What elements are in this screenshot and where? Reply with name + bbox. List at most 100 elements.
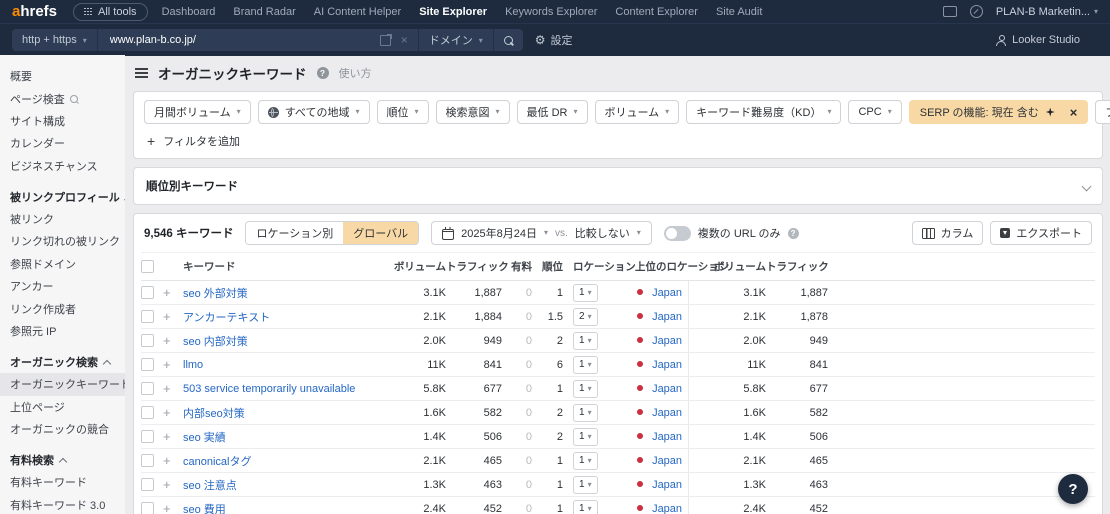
preset-dropdown[interactable]: プリセット ▾ bbox=[1095, 100, 1110, 124]
keyword-link[interactable]: seo 実績 bbox=[183, 432, 226, 444]
top-location-link[interactable]: Japan bbox=[652, 383, 682, 395]
row-checkbox[interactable] bbox=[141, 334, 154, 347]
search-button[interactable] bbox=[493, 29, 523, 51]
nav-item[interactable]: Content Explorer bbox=[615, 6, 698, 18]
filter-chip[interactable]: 月間ボリューム ▾ bbox=[144, 100, 251, 124]
row-checkbox[interactable] bbox=[141, 430, 154, 443]
sidebar-section-header[interactable]: オーガニック検索 bbox=[0, 349, 125, 373]
filter-chip[interactable]: キーワード難易度（KD） ▾ bbox=[686, 100, 841, 124]
clear-url-icon[interactable]: × bbox=[401, 34, 408, 46]
serp-filter-chip[interactable]: SERP の機能: 現在 含む × bbox=[909, 100, 1089, 124]
location-count-dropdown[interactable]: 2 ▾ bbox=[573, 308, 598, 326]
settings-button[interactable]: ⚙ 設定 bbox=[535, 32, 573, 48]
filter-chip[interactable]: 検索意図 ▾ bbox=[436, 100, 510, 124]
keyword-link[interactable]: seo 費用 bbox=[183, 504, 226, 514]
location-count-dropdown[interactable]: 1 ▾ bbox=[573, 500, 598, 514]
top-location-link[interactable]: Japan bbox=[652, 407, 682, 419]
add-to-list-button[interactable]: + bbox=[163, 477, 171, 492]
nav-item[interactable]: Keywords Explorer bbox=[505, 6, 597, 18]
sidebar-item[interactable]: ページ検査 bbox=[0, 87, 125, 109]
select-all-checkbox[interactable] bbox=[141, 260, 154, 273]
row-checkbox[interactable] bbox=[141, 358, 154, 371]
add-to-list-button[interactable]: + bbox=[163, 357, 171, 372]
nav-item[interactable]: Dashboard bbox=[162, 6, 216, 18]
filter-chip[interactable]: CPC ▾ bbox=[848, 100, 901, 124]
sidebar-item[interactable]: カレンダー bbox=[0, 132, 125, 154]
add-to-list-button[interactable]: + bbox=[163, 501, 171, 514]
sidebar-item[interactable]: 参照ドメイン bbox=[0, 253, 125, 275]
keyword-link[interactable]: 503 service temporarily unavailable bbox=[183, 383, 355, 395]
sidebar-item[interactable]: サイト構成 bbox=[0, 110, 125, 132]
add-to-list-button[interactable]: + bbox=[163, 285, 171, 300]
top-location-link[interactable]: Japan bbox=[652, 455, 682, 467]
sidebar-item[interactable]: 有料キーワード bbox=[0, 471, 125, 493]
header-top-location[interactable]: 上位のロケーション bbox=[635, 253, 688, 281]
export-button[interactable]: エクスポート bbox=[990, 221, 1092, 245]
keyword-link[interactable]: seo 内部対策 bbox=[183, 336, 248, 348]
keyword-link[interactable]: seo 外部対策 bbox=[183, 288, 248, 300]
menu-icon[interactable] bbox=[135, 68, 148, 78]
ahrefs-logo[interactable]: ahrefs bbox=[12, 4, 57, 19]
location-count-dropdown[interactable]: 1 ▾ bbox=[573, 404, 598, 422]
add-to-list-button[interactable]: + bbox=[163, 405, 171, 420]
mode-dropdown[interactable]: ドメイン ▾ bbox=[418, 29, 493, 51]
row-checkbox[interactable] bbox=[141, 406, 154, 419]
location-count-dropdown[interactable]: 1 ▾ bbox=[573, 332, 598, 350]
row-checkbox[interactable] bbox=[141, 286, 154, 299]
top-location-link[interactable]: Japan bbox=[652, 311, 682, 323]
keyword-link[interactable]: アンカーテキスト bbox=[183, 312, 270, 324]
date-compare-control[interactable]: 2025年8月24日 ▾ vs. 比較しない ▾ bbox=[431, 221, 652, 245]
header-volume[interactable]: ボリューム bbox=[383, 253, 446, 281]
location-count-dropdown[interactable]: 1 ▾ bbox=[573, 380, 598, 398]
filter-chip[interactable]: すべての地域 ▾ bbox=[258, 100, 370, 124]
row-checkbox[interactable] bbox=[141, 478, 154, 491]
location-count-dropdown[interactable]: 1 ▾ bbox=[573, 476, 598, 494]
looker-studio-button[interactable]: Looker Studio bbox=[996, 34, 1098, 46]
keyword-link[interactable]: seo 注意点 bbox=[183, 480, 237, 492]
top-location-link[interactable]: Japan bbox=[652, 359, 682, 371]
nav-item[interactable]: Site Explorer bbox=[419, 6, 487, 18]
sidebar-item[interactable]: アンカー bbox=[0, 275, 125, 297]
row-checkbox[interactable] bbox=[141, 454, 154, 467]
nav-item[interactable]: Brand Radar bbox=[233, 6, 295, 18]
sparkle-icon[interactable] bbox=[1046, 108, 1055, 117]
multiple-url-toggle[interactable] bbox=[664, 226, 691, 241]
header-location[interactable]: ロケーション bbox=[563, 253, 635, 281]
keyword-link[interactable]: llmo bbox=[183, 359, 203, 371]
segmented-option[interactable]: グローバル bbox=[343, 222, 418, 244]
sidebar-item[interactable]: 有料キーワード 3.0 bbox=[0, 494, 125, 514]
sidebar-item[interactable]: リンク作成者 bbox=[0, 297, 125, 319]
add-to-list-button[interactable]: + bbox=[163, 333, 171, 348]
columns-button[interactable]: カラム bbox=[912, 221, 984, 245]
support-help-button[interactable]: ? bbox=[1058, 474, 1088, 504]
header-keyword[interactable]: キーワード bbox=[183, 253, 383, 281]
keyword-link[interactable]: canonicalタグ bbox=[183, 456, 251, 468]
location-count-dropdown[interactable]: 1 ▾ bbox=[573, 428, 598, 446]
add-filter-button[interactable]: + フィルタを追加 bbox=[144, 133, 1092, 149]
location-count-dropdown[interactable]: 1 ▾ bbox=[573, 452, 598, 470]
sidebar-item[interactable]: 参照元 IP bbox=[0, 320, 125, 342]
row-checkbox[interactable] bbox=[141, 310, 154, 323]
all-tools-button[interactable]: All tools bbox=[73, 3, 148, 21]
sidebar-item[interactable]: オーガニックキーワード bbox=[0, 373, 125, 395]
keyword-link[interactable]: 内部seo対策 bbox=[183, 408, 245, 420]
target-url-input[interactable] bbox=[108, 33, 374, 47]
add-to-list-button[interactable]: + bbox=[163, 429, 171, 444]
sidebar-item[interactable]: オーガニックの競合 bbox=[0, 418, 125, 440]
location-count-dropdown[interactable]: 1 ▾ bbox=[573, 284, 598, 302]
row-checkbox[interactable] bbox=[141, 382, 154, 395]
top-location-link[interactable]: Japan bbox=[652, 431, 682, 443]
filter-chip[interactable]: ボリューム ▾ bbox=[595, 100, 680, 124]
collapse-chevron-icon[interactable] bbox=[1082, 181, 1092, 191]
add-to-list-button[interactable]: + bbox=[163, 309, 171, 324]
top-location-link[interactable]: Japan bbox=[652, 335, 682, 347]
open-external-icon[interactable] bbox=[380, 35, 391, 46]
top-location-link[interactable]: Japan bbox=[652, 503, 682, 514]
location-count-dropdown[interactable]: 1 ▾ bbox=[573, 356, 598, 374]
sidebar-item[interactable]: リンク切れの被リンク bbox=[0, 230, 125, 252]
protocol-dropdown[interactable]: http + https ▾ bbox=[12, 29, 97, 51]
sidebar-section-header[interactable]: 被リンクプロフィール bbox=[0, 184, 125, 208]
filter-chip[interactable]: 順位 ▾ bbox=[377, 100, 429, 124]
segmented-option[interactable]: ロケーション別 bbox=[246, 222, 343, 244]
sidebar-item[interactable]: ビジネスチャンス bbox=[0, 155, 125, 177]
